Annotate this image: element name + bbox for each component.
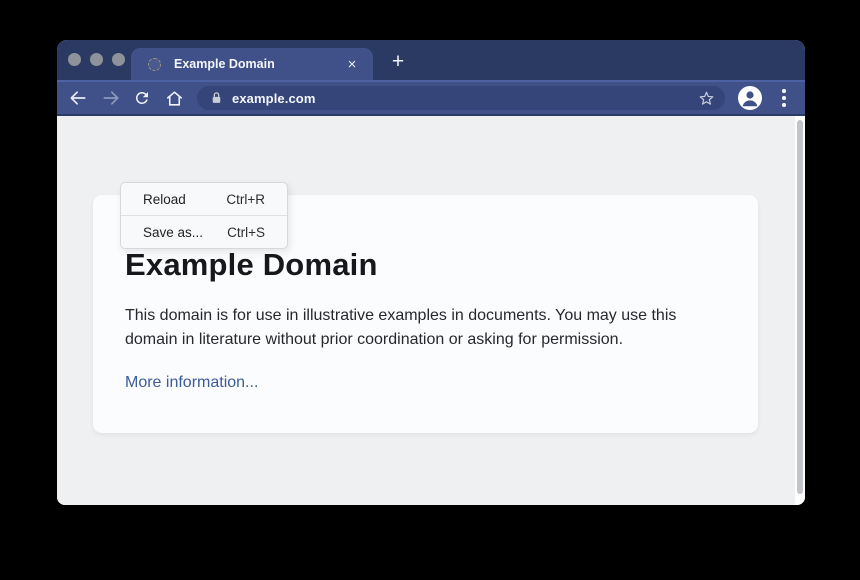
menu-item-label: Reload [143, 192, 186, 207]
reload-icon[interactable] [129, 85, 155, 111]
window-close-button[interactable] [68, 53, 81, 66]
new-tab-button[interactable]: + [385, 49, 411, 75]
menu-item-save-as[interactable]: Save as... Ctrl+S [121, 216, 287, 248]
page-title: Example Domain [125, 247, 718, 283]
back-icon[interactable] [65, 85, 91, 111]
page-body-text: This domain is for use in illustrative e… [125, 304, 710, 352]
home-icon[interactable] [161, 85, 187, 111]
browser-menu-icon[interactable] [779, 85, 789, 111]
tab-close-icon[interactable]: × [343, 55, 361, 73]
more-information-link[interactable]: More information... [125, 374, 258, 392]
tab-example-domain[interactable]: Example Domain × [131, 48, 373, 80]
menu-item-reload[interactable]: Reload Ctrl+R [121, 183, 287, 215]
menu-item-shortcut: Ctrl+S [227, 225, 265, 240]
page-viewport: Example Domain This domain is for use in… [57, 116, 805, 505]
forward-icon[interactable] [98, 85, 124, 111]
tab-title: Example Domain [174, 57, 275, 71]
tab-strip: Example Domain × + [57, 40, 805, 80]
menu-item-label: Save as... [143, 225, 203, 240]
profile-avatar[interactable] [738, 86, 762, 110]
context-menu: Reload Ctrl+R Save as... Ctrl+S [120, 182, 288, 249]
window-minimize-button[interactable] [90, 53, 103, 66]
menu-item-shortcut: Ctrl+R [226, 192, 265, 207]
url-text: example.com [232, 91, 315, 106]
window-zoom-button[interactable] [112, 53, 125, 66]
lock-icon [210, 91, 223, 105]
bookmark-star-icon[interactable] [698, 90, 715, 107]
browser-toolbar: example.com [57, 80, 805, 116]
tab-favicon-icon [148, 58, 161, 71]
window-controls [68, 53, 125, 66]
scrollbar-thumb[interactable] [797, 120, 803, 494]
vertical-scrollbar[interactable] [795, 116, 805, 505]
address-bar[interactable]: example.com [197, 86, 725, 110]
browser-window: Example Domain × + [57, 40, 805, 505]
